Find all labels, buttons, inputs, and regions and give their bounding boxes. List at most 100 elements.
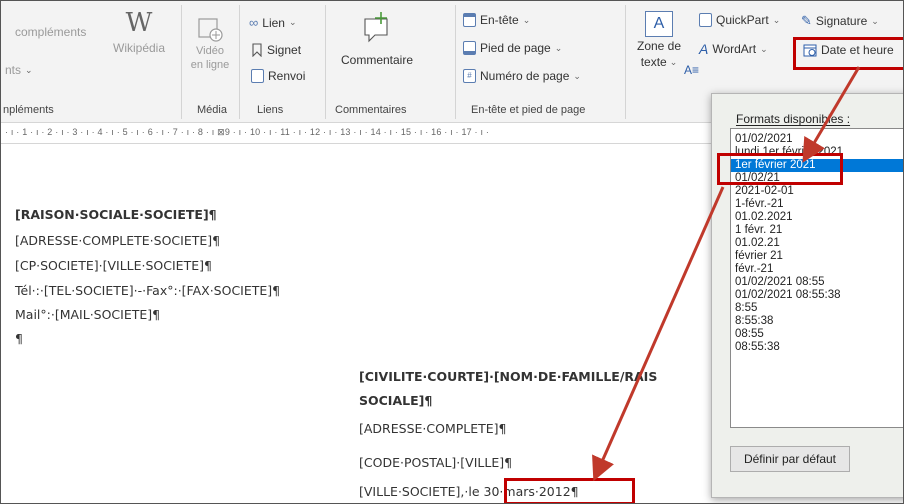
wikipedia-icon: W <box>125 8 153 38</box>
signature-label: Signature <box>815 14 868 28</box>
format-option[interactable]: 8:55 <box>735 302 757 315</box>
recipient-city: [CODE·POSTAL]·[VILLE]¶ <box>359 455 513 470</box>
format-option[interactable]: 01.02.2021 <box>735 211 793 224</box>
calendar-clock-icon <box>803 44 817 57</box>
lien-button[interactable]: ∞ Lien ⌄ <box>249 15 297 30</box>
recipient-name: [CIVILITE·COURTE]·[NOM·DE·FAMILLE/RAIS <box>359 369 658 384</box>
cross-reference-icon <box>251 69 264 83</box>
chevron-down-icon: ⌄ <box>573 70 581 81</box>
place-date-line: [VILLE·SOCIETE],·le 30·mars·2012¶ <box>359 484 579 499</box>
sender-mail: Mail°:·[MAIL·SOCIETE]¶ <box>15 307 161 322</box>
signature-button[interactable]: ✎ Signature ⌄ <box>801 13 879 29</box>
group-label-complements: npléments <box>3 104 54 116</box>
quickpart-button[interactable]: QuickPart ⌄ <box>699 13 780 27</box>
group-label-liens: Liens <box>257 104 284 116</box>
set-default-button[interactable]: Définir par défaut <box>730 446 850 472</box>
wikipedia-button[interactable]: W Wikipédia <box>113 9 165 55</box>
textbox-icon: A <box>645 11 673 37</box>
sender-phone-fax: Tél·:·[TEL·SOCIETE]·-·Fax°:·[FAX·SOCIETE… <box>15 283 281 298</box>
chevron-down-icon: ⌄ <box>772 14 781 25</box>
signet-button[interactable]: Signet <box>251 43 301 57</box>
format-option[interactable]: févr.-21 <box>735 263 773 276</box>
recipient-address: [ADRESSE·COMPLETE]¶ <box>359 421 507 436</box>
chevron-down-icon: ⌄ <box>522 14 531 25</box>
complements-dropdown[interactable]: nts ⌄ <box>5 63 33 77</box>
format-option[interactable]: 8:55:38 <box>735 315 773 328</box>
lettrine-icon[interactable]: A≡ <box>684 63 699 77</box>
format-option[interactable]: 01/02/2021 08:55 <box>735 276 825 289</box>
format-option[interactable]: 01/02/21 <box>735 172 780 185</box>
wikipedia-label: Wikipédia <box>113 41 166 55</box>
chevron-down-icon: ⌄ <box>288 17 297 27</box>
complements-dropdown-label: nts <box>5 63 22 77</box>
comment-icon <box>364 12 388 43</box>
link-icon: ∞ <box>249 15 259 30</box>
video-icon <box>198 18 223 42</box>
chevron-down-icon: ⌄ <box>871 15 879 26</box>
bookmark-icon <box>252 43 262 57</box>
group-separator <box>625 5 626 119</box>
chevron-down-icon: ⌄ <box>669 56 678 67</box>
zone-de-texte-line2: texte <box>640 55 667 69</box>
chevron-down-icon: ⌄ <box>554 42 563 53</box>
date-et-heure-label: Date et heure <box>821 43 894 57</box>
complements-button[interactable]: compléments <box>15 25 86 39</box>
renvoi-button[interactable]: Renvoi <box>251 69 305 83</box>
ruler-scale: · ı · 1 · ı · 2 · ı · 3 · ı · 4 · ı · 5 … <box>5 127 490 137</box>
format-option[interactable]: 01.02.21 <box>735 237 780 250</box>
format-option[interactable]: 1-févr.-21 <box>735 198 784 211</box>
group-separator <box>455 5 456 119</box>
group-separator <box>239 5 240 119</box>
date-et-heure-button[interactable]: Date et heure <box>803 43 894 57</box>
group-separator <box>181 5 182 119</box>
date-field[interactable]: 30·mars·2012¶ <box>484 484 579 499</box>
format-option[interactable]: 1er février 2021 <box>731 159 903 172</box>
chevron-down-icon: ⌄ <box>760 43 768 54</box>
format-option[interactable]: 01/02/2021 <box>735 133 793 146</box>
group-label-media: Média <box>197 104 227 116</box>
format-option[interactable]: 08:55:38 <box>735 341 780 354</box>
zone-de-texte-button[interactable]: A Zone de texte ⌄ <box>637 11 681 69</box>
entete-button[interactable]: En-tête ⌄ <box>463 13 530 27</box>
header-icon <box>463 13 476 27</box>
format-option[interactable]: 2021-02-01 <box>735 185 794 198</box>
lien-label: Lien <box>262 15 285 30</box>
format-option[interactable]: 1 févr. 21 <box>735 224 782 237</box>
pied-de-page-label: Pied de page <box>480 41 551 55</box>
pied-de-page-button[interactable]: Pied de page ⌄ <box>463 41 562 55</box>
format-option[interactable]: février 21 <box>735 250 783 263</box>
format-option[interactable]: lundi 1er février 2021 <box>735 146 843 159</box>
chevron-down-icon: ⌄ <box>25 64 33 75</box>
empty-paragraph-mark: ¶ <box>15 331 23 346</box>
group-label-commentaires: Commentaires <box>335 104 407 116</box>
formats-label: Formats disponibles : <box>736 112 851 126</box>
page-number-icon: # <box>463 69 476 83</box>
video-en-ligne-button[interactable]: Vidéo en ligne <box>188 15 232 71</box>
video-label-line2: en ligne <box>190 59 230 71</box>
video-label-line1: Vidéo <box>196 45 224 57</box>
formats-listbox[interactable]: 01/02/2021 lundi 1er février 2021 1er févr… <box>730 128 903 428</box>
sender-company-name: [RAISON·SOCIALE·SOCIETE]¶ <box>15 207 217 222</box>
numero-de-page-label: Numéro de page <box>480 69 570 83</box>
wordart-button[interactable]: A WordArt ⌄ <box>699 41 768 57</box>
format-option[interactable]: 08:55 <box>735 328 764 341</box>
quickpart-icon <box>699 13 712 27</box>
format-option[interactable]: 01/02/2021 08:55:38 <box>735 289 841 302</box>
date-time-dialog: Formats disponibles : 01/02/2021 lundi 1e… <box>711 93 903 498</box>
signet-label: Signet <box>267 43 302 57</box>
numero-de-page-button[interactable]: # Numéro de page ⌄ <box>463 69 581 83</box>
wordart-label: WordArt <box>712 42 757 56</box>
group-separator <box>325 5 326 119</box>
place-prefix: [VILLE·SOCIETE],·le <box>359 484 480 499</box>
word-window: compléments nts ⌄ npléments W Wikipédia V… <box>0 0 904 504</box>
group-label-entete: En-tête et pied de page <box>471 104 586 116</box>
recipient-name-continued: SOCIALE]¶ <box>359 393 433 408</box>
complements-label: compléments <box>15 25 87 39</box>
sender-address: [ADRESSE·COMPLETE·SOCIETE]¶ <box>15 233 221 248</box>
commentaire-button[interactable]: Commentaire <box>331 11 423 67</box>
renvoi-label: Renvoi <box>268 69 306 83</box>
wordart-icon: A <box>699 41 709 57</box>
commentaire-label: Commentaire <box>340 53 414 67</box>
entete-label: En-tête <box>480 13 519 27</box>
quickpart-label: QuickPart <box>716 13 769 27</box>
